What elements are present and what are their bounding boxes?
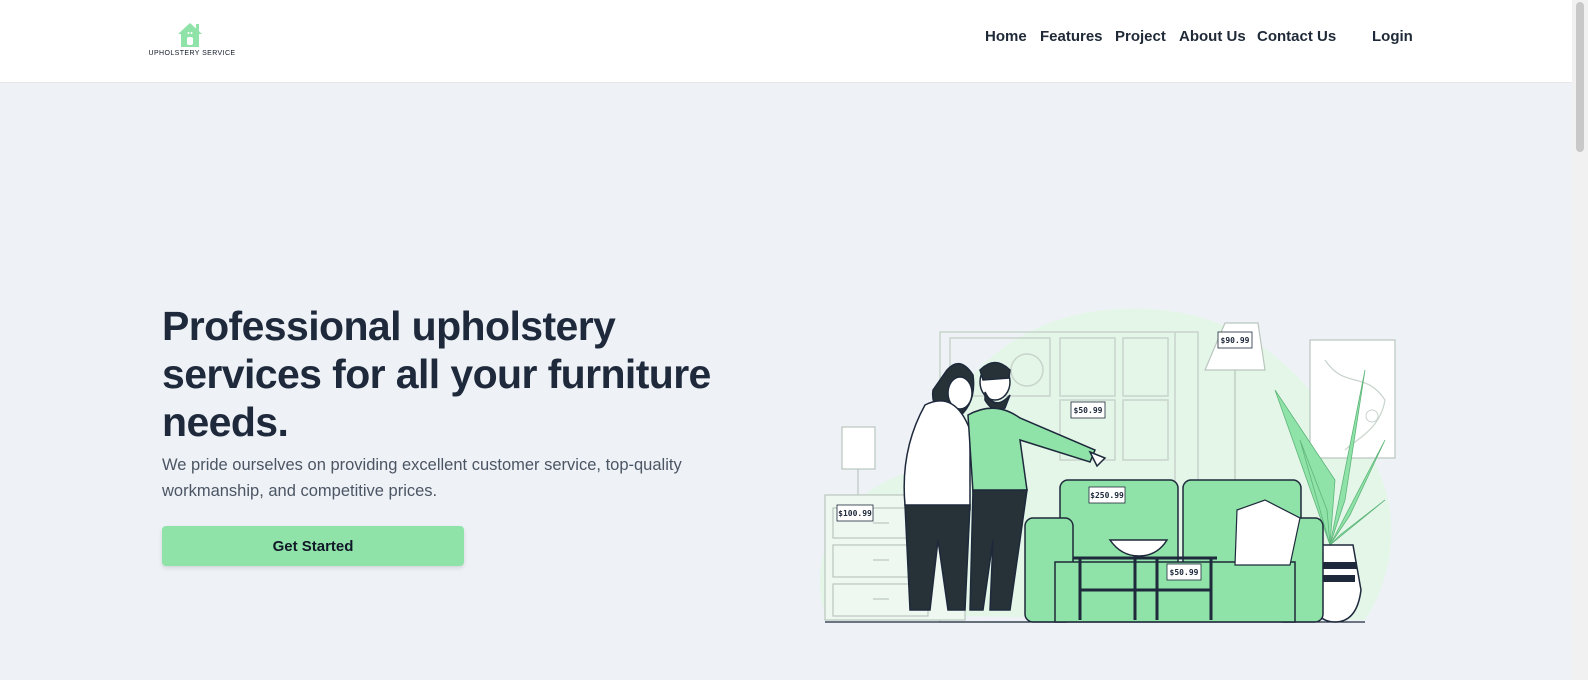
couple-shopping-sofa-illustration: $90.99 $50.99 $250.99 $100.99 $50.99 bbox=[819, 308, 1396, 623]
price-tag: $50.99 bbox=[1166, 563, 1202, 581]
hero-subtitle: We pride ourselves on providing excellen… bbox=[162, 456, 682, 500]
page: UPHOLSTERY SERVICE Home Features Project… bbox=[0, 0, 1588, 680]
svg-text:$50.99: $50.99 bbox=[1170, 568, 1199, 577]
scrollbar-thumb[interactable] bbox=[1576, 2, 1584, 152]
nav-about-us[interactable]: About Us bbox=[1179, 28, 1246, 45]
svg-text:$50.99: $50.99 bbox=[1074, 406, 1103, 415]
get-started-button[interactable]: Get Started bbox=[162, 526, 464, 566]
nav-features[interactable]: Features bbox=[1040, 28, 1103, 45]
brand-logo[interactable]: UPHOLSTERY SERVICE bbox=[146, 20, 238, 62]
house-logo-icon bbox=[178, 23, 202, 47]
price-tag: $250.99 bbox=[1088, 486, 1126, 504]
svg-text:$250.99: $250.99 bbox=[1090, 491, 1124, 500]
nav-login[interactable]: Login bbox=[1372, 28, 1413, 45]
hero-title: Professional upholstery services for all… bbox=[162, 303, 711, 445]
page-scrollbar[interactable] bbox=[1572, 0, 1588, 680]
svg-text:$90.99: $90.99 bbox=[1221, 336, 1250, 345]
hero-illustration: $90.99 $50.99 $250.99 $100.99 $50.99 bbox=[805, 300, 1405, 630]
nav-contact-us[interactable]: Contact Us bbox=[1257, 28, 1336, 45]
nav-home[interactable]: Home bbox=[985, 28, 1027, 45]
svg-text:$100.99: $100.99 bbox=[838, 509, 872, 518]
site-header: UPHOLSTERY SERVICE Home Features Project… bbox=[0, 0, 1572, 83]
nav-project[interactable]: Project bbox=[1115, 28, 1166, 45]
price-tag: $100.99 bbox=[836, 504, 874, 522]
price-tag: $50.99 bbox=[1070, 401, 1106, 419]
brand-logo-text: UPHOLSTERY SERVICE bbox=[148, 50, 236, 57]
price-tag: $90.99 bbox=[1217, 331, 1253, 349]
